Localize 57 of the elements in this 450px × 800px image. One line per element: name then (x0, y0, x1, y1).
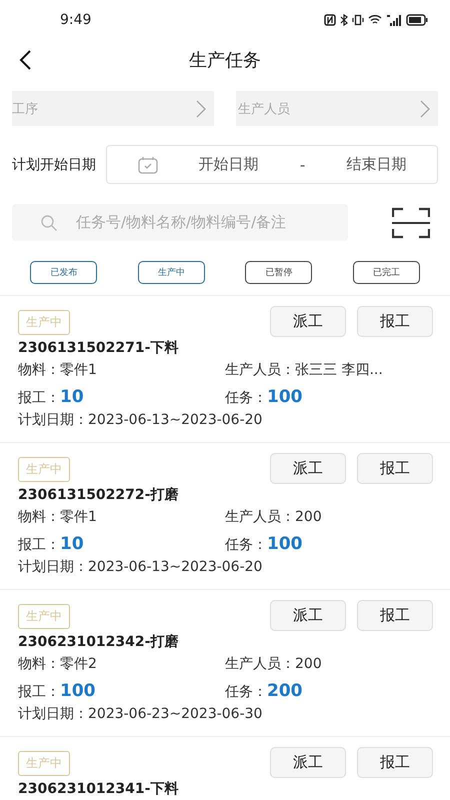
reported-count: 10 (60, 534, 84, 554)
material-text: 物料：零件2 (18, 655, 98, 673)
action-button[interactable]: 派工 (270, 600, 346, 631)
status-tab[interactable]: 已暂停 (245, 261, 312, 284)
wifi-icon (368, 14, 382, 26)
status-tab[interactable]: 已发布 (30, 261, 98, 284)
search-icon (40, 214, 58, 232)
task-title: 2306131502271-下料 (18, 339, 180, 357)
action-button[interactable]: 报工 (357, 747, 433, 778)
staff-text: 生产人员：200 (225, 508, 323, 526)
status-badge: 生产中 (18, 457, 70, 482)
vibrate-icon (352, 14, 364, 26)
material-text: 物料：零件1 (18, 508, 98, 526)
date-label: 计划开始日期 (12, 156, 96, 174)
task-label: 任务： (225, 537, 267, 553)
page-title: 生产任务 (189, 49, 261, 72)
chevron-right-icon (196, 100, 206, 118)
plan-date-text: 计划日期：2023-06-13~2023-06-20 (18, 411, 262, 429)
date-range-field[interactable]: 开始日期 - 结束日期 (106, 145, 438, 184)
nfc-icon (324, 14, 336, 26)
status-badge: 生产中 (18, 604, 70, 629)
task-title: 2306231012342-打磨 (18, 633, 180, 651)
action-button[interactable]: 报工 (357, 600, 433, 631)
status-badge: 生产中 (18, 310, 70, 335)
action-button[interactable]: 派工 (270, 747, 346, 778)
action-button[interactable]: 派工 (270, 453, 346, 484)
status-tab[interactable]: 生产中 (138, 261, 205, 284)
material-text: 物料：零件1 (18, 361, 98, 379)
task-count: 100 (267, 387, 302, 407)
task-count: 200 (267, 681, 302, 701)
staff-text: 生产人员：200 (225, 655, 323, 673)
task-count: 100 (267, 534, 302, 554)
scan-icon[interactable] (392, 206, 430, 238)
reported-label: 报工： (18, 390, 60, 406)
status-tab[interactable]: 已完工 (352, 261, 420, 284)
reported-count: 100 (60, 681, 96, 701)
staff-text: 生产人员：张三三 李四... (225, 361, 384, 379)
calendar-icon (138, 156, 158, 174)
back-icon[interactable] (18, 49, 32, 71)
action-button[interactable]: 报工 (357, 306, 433, 337)
task-title: 2306231012341-下料 (18, 780, 180, 798)
reported-count: 10 (60, 387, 84, 407)
task-label: 任务： (225, 684, 267, 700)
battery-icon (406, 14, 428, 26)
task-title: 2306131502272-打磨 (18, 486, 180, 504)
bluetooth-icon (340, 14, 348, 26)
chevron-right-icon (420, 100, 430, 118)
status-badge: 生产中 (18, 751, 70, 776)
plan-date-text: 计划日期：2023-06-13~2023-06-20 (18, 558, 262, 576)
plan-date-text: 计划日期：2023-06-23~2023-06-30 (18, 705, 262, 723)
reported-label: 报工： (18, 537, 60, 553)
reported-label: 报工： (18, 684, 60, 700)
signal-icon (386, 14, 402, 26)
task-label: 任务： (225, 390, 267, 406)
action-button[interactable]: 派工 (270, 306, 346, 337)
action-button[interactable]: 报工 (357, 453, 433, 484)
status-time: 9:49 (60, 12, 92, 28)
